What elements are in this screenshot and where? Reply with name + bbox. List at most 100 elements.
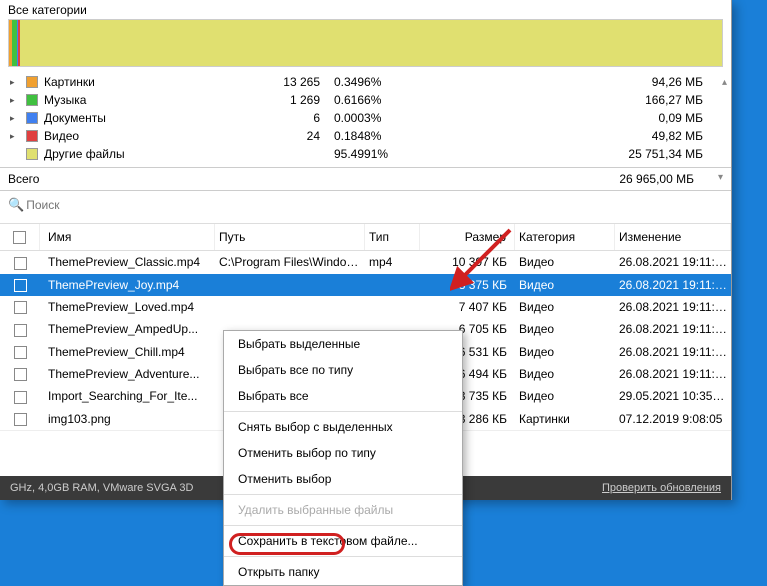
cell-category: Видео [515,253,615,271]
cell-name: img103.png [40,410,215,428]
table-row[interactable]: ThemePreview_Joy.mp48 375 КБВидео26.08.2… [0,274,731,296]
category-row[interactable]: ▸Документы60.0003%0,09 МБ [0,109,731,127]
bar-seg-other [20,20,722,66]
category-name: Картинки [44,75,274,89]
category-size: 25 751,34 МБ [414,147,723,161]
category-percent: 0.3496% [334,75,414,89]
total-size: 26 965,00 МБ [619,172,714,186]
menu-separator [224,556,462,557]
col-check[interactable] [0,224,40,250]
cell-category: Видео [515,365,615,383]
category-size: 94,26 МБ [414,75,723,89]
category-percent: 0.1848% [334,129,414,143]
cell-path [215,305,365,309]
col-size[interactable]: Размер [420,224,515,250]
category-name: Документы [44,111,274,125]
cell-date: 26.08.2021 19:11:41 [615,343,731,361]
category-row[interactable]: Другие файлы95.4991%25 751,34 МБ [0,145,731,163]
category-size: 166,27 МБ [414,93,723,107]
row-checkbox[interactable] [0,410,40,428]
col-path[interactable]: Путь [215,224,365,250]
color-swatch [26,112,38,124]
category-list: ▸ Картинки13 2650.3496%94,26 МБ▴ ▸Музыка1 … [0,73,731,163]
menu-item[interactable]: Снять выбор с выделенных [224,414,462,440]
category-count: 1 269 [274,93,334,107]
cell-date: 07.12.2019 9:08:05 [615,410,731,428]
table-row[interactable]: ThemePreview_Loved.mp4 7 407 КБВидео26.08… [0,296,731,318]
cell-category: Видео [515,276,615,294]
expand-icon[interactable]: ▸ [10,95,15,106]
context-menu[interactable]: Выбрать выделенныеВыбрать все по типуВыб… [223,330,463,586]
cell-name: ThemePreview_Joy.mp4 [40,276,215,294]
row-checkbox[interactable] [0,276,40,294]
cell-category: Видео [515,343,615,361]
menu-item[interactable]: Выбрать все по типу [224,357,462,383]
color-swatch [26,76,38,88]
category-row[interactable]: ▸Музыка1 2690.6166%166,27 МБ [0,91,731,109]
menu-item[interactable]: Выбрать все [224,383,462,409]
cell-size: 7 407 КБ [420,298,515,316]
scroll-down-icon[interactable]: ▾ [714,172,723,186]
menu-item[interactable]: Выбрать выделенные [224,331,462,357]
category-percent: 0.0003% [334,111,414,125]
category-count: 13 265 [274,75,334,89]
status-left: GHz, 4,0GB RAM, VMware SVGA 3D [10,482,193,494]
color-swatch [26,130,38,142]
expand-icon[interactable]: ▸ [10,77,15,88]
cell-name: ThemePreview_AmpedUp... [40,320,215,338]
all-categories-label: Все категории [0,0,731,19]
search-input[interactable] [26,198,723,212]
expand-icon[interactable]: ▸ [10,113,15,124]
row-checkbox[interactable] [0,387,40,405]
total-label: Всего [8,172,619,186]
row-checkbox[interactable] [0,343,40,361]
expand-icon[interactable]: ▸ [10,131,15,142]
menu-separator [224,494,462,495]
cell-category: Видео [515,320,615,338]
row-checkbox[interactable] [0,253,40,271]
menu-item[interactable]: Отменить выбор [224,466,462,492]
scroll-up-icon[interactable]: ▴ [722,77,727,88]
menu-item[interactable]: Сохранить в текстовом файле... [224,528,462,554]
category-percent: 0.6166% [334,93,414,107]
cell-type [365,283,420,287]
cell-category: Видео [515,298,615,316]
category-count: 24 [274,129,334,143]
cell-type [365,305,420,309]
cell-name: ThemePreview_Adventure... [40,365,215,383]
col-type[interactable]: Тип [365,224,420,250]
category-size: 49,82 МБ [414,129,723,143]
cell-path: C:\Program Files\Windows... [215,253,365,271]
cell-date: 26.08.2021 19:11:39 [615,365,731,383]
category-count: 6 [274,111,334,125]
cell-name: ThemePreview_Loved.mp4 [40,298,215,316]
cell-category: Видео [515,387,615,405]
menu-item[interactable]: Открыть папку [224,559,462,585]
check-updates-link[interactable]: Проверить обновления [602,482,721,494]
category-percent: 95.4991% [334,147,414,161]
menu-item[interactable]: Отменить выбор по типу [224,440,462,466]
total-row: Всего 26 965,00 МБ ▾ [0,167,731,191]
cell-path [215,283,365,287]
cell-name: Import_Searching_For_Ite... [40,387,215,405]
menu-separator [224,411,462,412]
col-category[interactable]: Категория [515,224,615,250]
cell-date: 26.08.2021 19:11:44 [615,298,731,316]
category-row[interactable]: ▸ Картинки13 2650.3496%94,26 МБ▴ [0,73,731,91]
search-icon: 🔍 [8,197,24,213]
table-row[interactable]: ThemePreview_Classic.mp4C:\Program Files… [0,251,731,273]
search-bar[interactable]: 🔍 [0,191,731,219]
col-name[interactable]: Имя [40,224,215,250]
cell-category: Картинки [515,410,615,428]
col-date[interactable]: Изменение [615,224,731,250]
row-checkbox[interactable] [0,365,40,383]
table-header: Имя Путь Тип Размер Категория Изменение [0,223,731,251]
category-row[interactable]: ▸Видео240.1848%49,82 МБ [0,127,731,145]
color-swatch [26,148,38,160]
color-swatch [26,94,38,106]
row-checkbox[interactable] [0,320,40,338]
cell-date: 26.08.2021 19:11:10 [615,320,731,338]
cell-name: ThemePreview_Classic.mp4 [40,253,215,271]
row-checkbox[interactable] [0,298,40,316]
cell-type: mp4 [365,253,420,271]
